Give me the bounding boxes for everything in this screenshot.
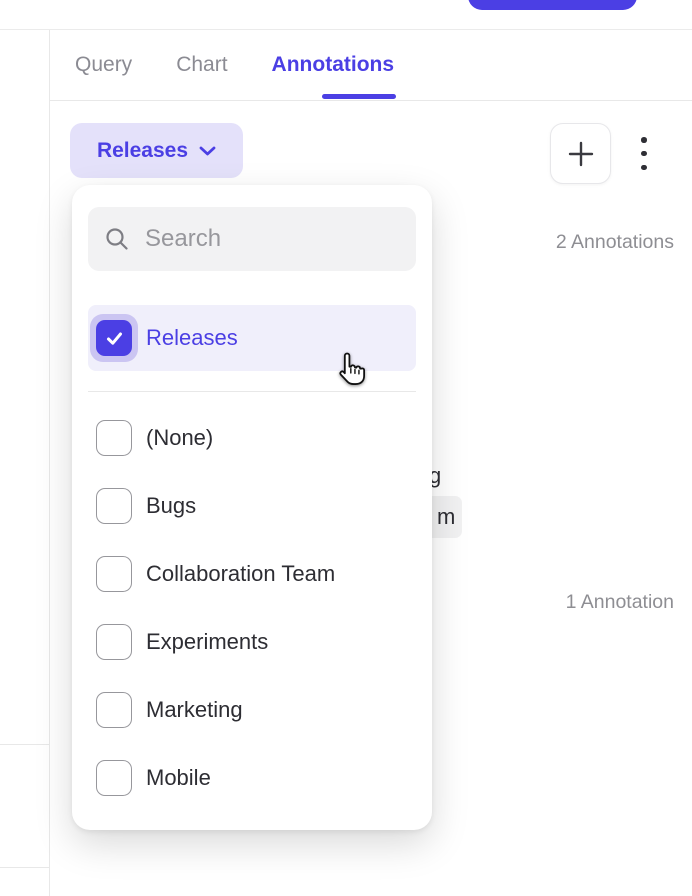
option-label: Bugs [146, 493, 196, 519]
kebab-dot [641, 165, 647, 171]
sidebar-row-divider [0, 744, 49, 745]
option-collaboration-team[interactable]: Collaboration Team [88, 556, 416, 592]
checkbox-unchecked[interactable] [96, 556, 132, 592]
option-bugs[interactable]: Bugs [88, 488, 416, 524]
annotations-screen: Query Chart Annotations Releases 2 Annot… [0, 0, 692, 896]
checkbox-unchecked[interactable] [96, 420, 132, 456]
chevron-down-icon [199, 146, 216, 156]
checkbox-unchecked[interactable] [96, 760, 132, 796]
checkbox-unchecked[interactable] [96, 692, 132, 728]
checkmark-icon [104, 328, 125, 349]
search-icon [104, 226, 130, 252]
active-tab-indicator [322, 94, 396, 99]
tab-query[interactable]: Query [75, 53, 132, 77]
option-label: Collaboration Team [146, 561, 335, 587]
search-field[interactable] [88, 207, 416, 271]
option-label: (None) [146, 425, 213, 451]
releases-filter-dropdown: Releases (None) Bugs Collaboration Team … [72, 185, 432, 830]
checkbox-unchecked[interactable] [96, 488, 132, 524]
annotation-count-label: 2 Annotations [556, 231, 674, 254]
checkbox-focus-halo [90, 314, 138, 362]
dropdown-divider [88, 391, 416, 392]
plus-icon [566, 139, 596, 169]
kebab-dot [641, 137, 647, 143]
sidebar-border [49, 30, 50, 896]
add-annotation-button[interactable] [550, 123, 611, 184]
checkbox-checked[interactable] [96, 320, 132, 356]
option-marketing[interactable]: Marketing [88, 692, 416, 728]
tab-bar: Query Chart Annotations [50, 30, 692, 101]
tab-chart[interactable]: Chart [176, 53, 227, 77]
option-mobile[interactable]: Mobile [88, 760, 416, 796]
releases-filter-button[interactable]: Releases [70, 123, 243, 178]
filter-label: Releases [97, 139, 188, 163]
more-options-button[interactable] [636, 137, 652, 170]
option-label: Mobile [146, 765, 211, 791]
option-label: Releases [146, 325, 238, 351]
option-releases[interactable]: Releases [88, 305, 416, 371]
option-label: Marketing [146, 697, 243, 723]
search-input[interactable] [145, 225, 455, 253]
tab-annotations[interactable]: Annotations [272, 53, 394, 77]
option-none[interactable]: (None) [88, 420, 416, 456]
option-label: Experiments [146, 629, 268, 655]
kebab-dot [641, 151, 647, 157]
primary-action-button[interactable] [468, 0, 637, 10]
annotation-count-label: 1 Annotation [566, 591, 674, 614]
checkbox-unchecked[interactable] [96, 624, 132, 660]
option-experiments[interactable]: Experiments [88, 624, 416, 660]
sidebar-row-divider [0, 867, 49, 868]
